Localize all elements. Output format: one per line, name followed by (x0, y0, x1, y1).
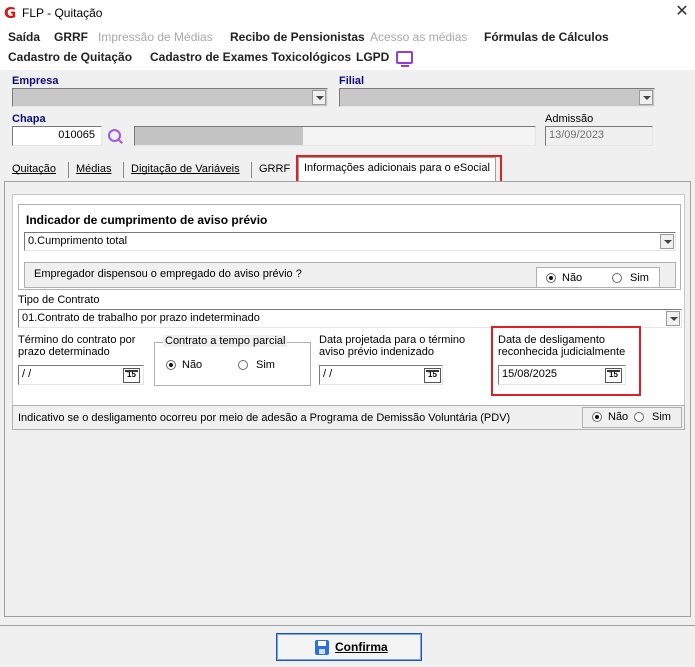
admissao-field: 13/09/2023 (545, 126, 653, 146)
tempo-parcial-radio-sim[interactable] (238, 360, 248, 370)
menu-grrf[interactable]: GRRF (54, 30, 88, 44)
window-title: FLP - Quitação (22, 6, 103, 20)
dispensou-label-nao: Não (562, 272, 583, 284)
menu-cadastro-exames[interactable]: Cadastro de Exames Toxicológicos (150, 50, 351, 64)
tab-grrf[interactable]: GRRF (259, 161, 290, 180)
pdv-question: Indicativo se o desligamento ocorreu por… (18, 412, 511, 424)
termino-date-value: / / (22, 368, 32, 380)
menu-lgpd[interactable]: LGPD (356, 50, 389, 64)
tempo-parcial-label-nao: Não (182, 359, 203, 371)
highlight-box-desligamento (491, 326, 641, 396)
tempo-parcial-group (154, 342, 311, 386)
calendar-icon[interactable]: 15 (424, 368, 441, 383)
pdv-radio-sim[interactable] (634, 412, 644, 422)
admissao-label: Admissão (545, 113, 594, 125)
menu-bar: Saída GRRF Impressão de Médias Recibo de… (0, 26, 695, 70)
chevron-down-icon[interactable] (660, 234, 674, 249)
termino-label-line1: Término do contrato por (18, 334, 136, 346)
app-logo-icon: G (4, 4, 17, 22)
tab-separator (68, 162, 69, 178)
aviso-previo-value: 0.Cumprimento total (28, 235, 128, 247)
tipo-contrato-label: Tipo de Contrato (18, 294, 100, 306)
menu-formulas-calculos[interactable]: Fórmulas de Cálculos (484, 30, 609, 44)
dispensou-label-sim: Sim (630, 272, 649, 284)
aviso-previo-select[interactable]: 0.Cumprimento total (24, 232, 676, 251)
chevron-down-icon[interactable] (639, 90, 653, 105)
filial-label: Filial (339, 75, 365, 87)
dispensou-radio-sim[interactable] (612, 273, 622, 283)
close-icon[interactable]: ✕ (672, 2, 692, 22)
projetada-label-line1: Data projetada para o término (319, 334, 466, 346)
calendar-icon[interactable]: 15 (123, 368, 140, 383)
pdv-label-nao: Não (608, 411, 629, 423)
chapa-input[interactable]: 010065 (12, 126, 102, 146)
pdv-radio-nao[interactable] (592, 412, 602, 422)
chevron-down-icon[interactable] (312, 90, 326, 105)
projetada-date-value: / / (323, 368, 333, 380)
title-bar: G FLP - Quitação ✕ (0, 0, 695, 26)
tab-digitacao-variaveis[interactable]: Digitação de Variáveis (131, 161, 240, 180)
tab-separator (251, 162, 252, 178)
tipo-contrato-value: 01.Contrato de trabalho por prazo indete… (22, 312, 260, 324)
projetada-label-line2: aviso prévio indenizado (319, 346, 434, 358)
monitor-icon[interactable] (396, 51, 413, 67)
menu-acesso-medias: Acesso as médias (370, 30, 468, 44)
empresa-select[interactable] (12, 88, 328, 107)
aviso-previo-title: Indicador de cumprimento de aviso prévio (26, 213, 268, 227)
confirm-label: Confirma (335, 640, 388, 654)
dispensou-question: Empregador dispensou o empregado do avis… (34, 268, 302, 280)
menu-saida[interactable]: Saída (8, 30, 40, 44)
pdv-label-sim: Sim (652, 411, 671, 423)
footer-divider (0, 625, 695, 626)
highlight-box-tab (296, 155, 502, 183)
termino-label-line2: prazo determinado (18, 346, 110, 358)
menu-recibo-pensionistas[interactable]: Recibo de Pensionistas (230, 30, 365, 44)
tab-medias[interactable]: Médias (76, 161, 111, 180)
confirm-button[interactable]: Confirma (276, 633, 422, 661)
menu-cadastro-quitacao[interactable]: Cadastro de Quitação (8, 50, 132, 64)
menu-impressao-medias: Impressão de Médias (98, 30, 213, 44)
chevron-down-icon[interactable] (666, 311, 680, 326)
tab-quitacao[interactable]: Quitação (12, 161, 56, 180)
save-icon (315, 640, 329, 655)
tempo-parcial-radio-nao[interactable] (166, 360, 176, 370)
empresa-label: Empresa (12, 75, 59, 87)
funcionario-name-field (134, 126, 536, 146)
chapa-label: Chapa (12, 113, 46, 125)
tab-separator (123, 162, 124, 178)
tempo-parcial-label-sim: Sim (256, 359, 275, 371)
tempo-parcial-title: Contrato a tempo parcial (163, 335, 288, 347)
filial-select[interactable] (339, 88, 655, 107)
dispensou-radio-nao[interactable] (546, 273, 556, 283)
search-icon[interactable] (107, 128, 124, 145)
